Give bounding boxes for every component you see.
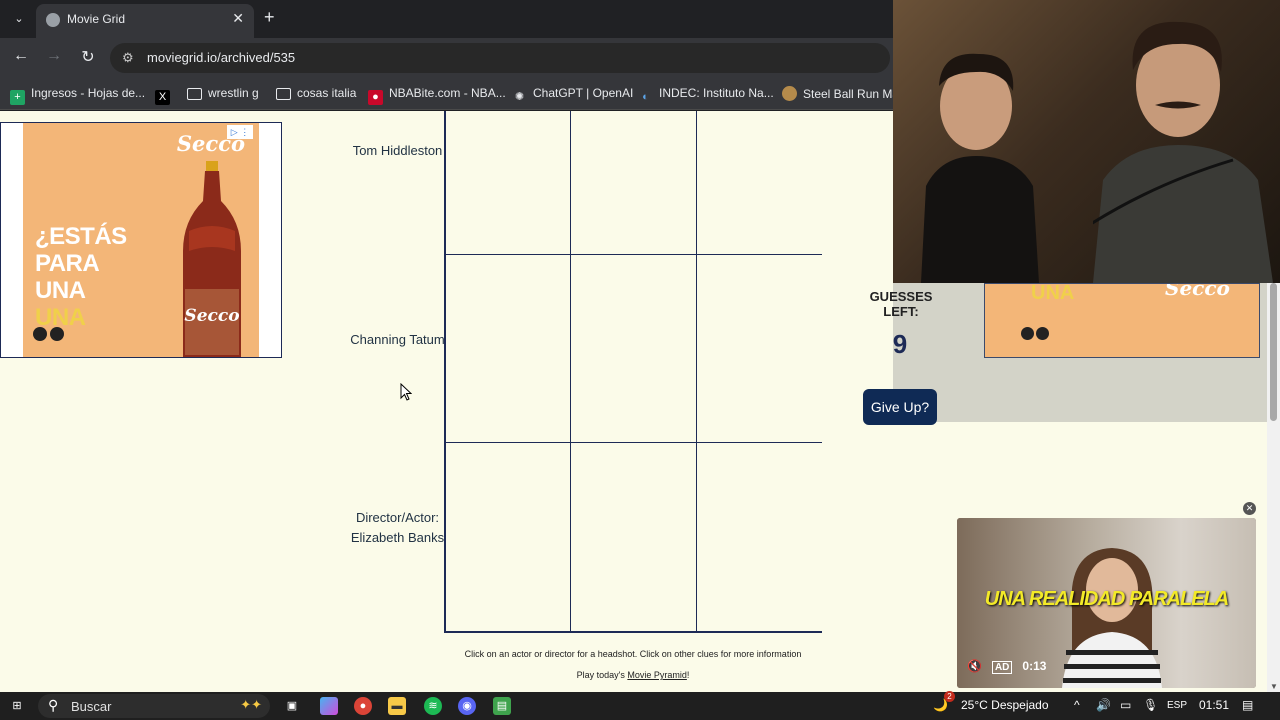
soda-bottle-image: Secco (183, 161, 241, 357)
bookmark-cosas-italia[interactable]: cosas italia (276, 86, 356, 102)
search-icon: ⚲ (48, 697, 59, 713)
openai-icon: ✺ (514, 91, 525, 103)
grid-cell-2-3[interactable] (697, 255, 822, 443)
grid-cell-2-1[interactable] (446, 255, 571, 443)
grid-cell-2-2[interactable] (571, 255, 697, 443)
warning-seals-icon (33, 327, 67, 346)
windows-start-icon[interactable]: ⊞ (8, 697, 26, 715)
bookmark-ingresos[interactable]: + Ingresos - Hojas de... (10, 86, 145, 105)
chrome-icon[interactable]: ● (354, 697, 372, 715)
bookmark-x[interactable]: X (155, 86, 176, 105)
guesses-left-count: 9 (892, 329, 908, 359)
tab-movie-grid[interactable]: Movie Grid ✕ (36, 4, 254, 38)
clock[interactable]: 01:51 (1199, 698, 1229, 712)
task-view-icon[interactable]: ▣ (283, 697, 301, 715)
ad-headline: ¿ESTÁS PARA UNA UNA (35, 223, 127, 331)
guesses-left-label: GUESSES LEFT: (869, 289, 933, 319)
row-label-3[interactable]: Director/Actor: Elizabeth Banks (350, 508, 445, 548)
video-controls: 🔇 AD 0:13 (967, 659, 1056, 674)
app-icon[interactable]: ▤ (493, 697, 511, 715)
spotify-icon[interactable]: ≋ (424, 697, 442, 715)
video-timer: 0:13 (1022, 659, 1047, 673)
site-info-icon[interactable]: ⚙ (122, 50, 134, 66)
bookmark-wrestling[interactable]: wrestlin g (187, 86, 259, 102)
grid-cell-1-2[interactable] (571, 111, 697, 255)
row-label-2[interactable]: Channing Tatum (350, 330, 445, 350)
forward-icon[interactable]: → (43, 47, 65, 65)
folder-icon (187, 88, 202, 100)
tab-search-icon[interactable]: ⌄ (8, 8, 30, 30)
grid-cell-1-1[interactable] (446, 111, 571, 255)
video-person-image (1062, 548, 1162, 688)
bookmark-indec[interactable]: ◐ INDEC: Instituto Na... (638, 86, 774, 103)
close-video-icon[interactable]: ✕ (1243, 502, 1256, 515)
scroll-down-icon[interactable]: ▼ (1270, 682, 1278, 691)
give-up-button[interactable]: Give Up? (863, 389, 937, 425)
network-icon[interactable]: ▭ (1120, 698, 1131, 712)
grid-cell-3-3[interactable] (697, 443, 822, 631)
weather-text[interactable]: 25°C Despejado (961, 698, 1049, 712)
bookmark-chatgpt[interactable]: ✺ ChatGPT | OpenAI (512, 86, 633, 103)
scrollbar-thumb[interactable] (1270, 283, 1277, 421)
row-label-1[interactable]: Tom Hiddleston (350, 141, 445, 161)
sheets-icon: + (10, 90, 25, 105)
windows-taskbar: ⊞ ⚲ Buscar ✦✦ ▣ ● ▬ ≋ ◉ ▤ 🌙 2 25°C Despe… (0, 691, 1280, 720)
volume-icon[interactable]: 🔊 (1096, 698, 1111, 712)
ad-right-headline: UNA (1031, 283, 1075, 304)
movie-grid (444, 111, 822, 633)
bookmark-nbabite[interactable]: ● NBABite.com - NBA... (368, 86, 506, 105)
discord-icon[interactable]: ◉ (458, 697, 476, 715)
video-ad-player[interactable]: UNA REALIDAD PARALELA 🔇 AD 0:13 (957, 518, 1256, 688)
copilot-sparkle-icon: ✦✦ (240, 697, 262, 712)
bookmark-steel-ball-run[interactable]: Steel Ball Run Man (782, 86, 906, 102)
close-tab-icon[interactable]: ✕ (232, 10, 244, 27)
grid-cell-1-3[interactable] (697, 111, 822, 255)
copilot-icon[interactable] (320, 697, 338, 715)
tray-chevron-icon[interactable]: ^ (1074, 698, 1080, 712)
url-text: moviegrid.io/archived/535 (147, 50, 296, 65)
x-icon: X (155, 90, 170, 105)
sbr-icon (782, 86, 797, 101)
indec-icon: ◐ (642, 91, 649, 103)
streamer-left-image (921, 53, 1039, 283)
video-caption: UNA REALIDAD PARALELA (984, 588, 1229, 610)
grid-cell-3-2[interactable] (571, 443, 697, 631)
adchoices-icon[interactable]: ▷ ⋮ (227, 125, 253, 139)
hint-text: Click on an actor or director for a head… (464, 649, 802, 659)
file-explorer-icon[interactable]: ▬ (388, 697, 406, 715)
back-icon[interactable]: ← (10, 47, 32, 65)
new-tab-button[interactable]: + (264, 7, 275, 28)
reload-icon[interactable]: ↻ (77, 47, 99, 67)
folder-icon (276, 88, 291, 100)
grid-cell-3-1[interactable] (446, 443, 571, 631)
ad-right-brand: Secco (1165, 283, 1230, 300)
notifications-icon[interactable]: ▤ (1242, 698, 1253, 712)
search-placeholder: Buscar (71, 699, 112, 714)
bottle-label: Secco (184, 306, 239, 326)
warning-seals-icon (1021, 327, 1051, 345)
mute-icon[interactable]: 🔇 (967, 659, 982, 673)
microphone-icon[interactable]: 🎙 (1143, 698, 1158, 712)
taskbar-search[interactable]: ⚲ Buscar ✦✦ (38, 694, 270, 718)
tab-title: Movie Grid (67, 12, 126, 26)
streamer-right-image (1093, 21, 1273, 283)
mouse-cursor-icon (400, 383, 412, 401)
ad-badge: AD (991, 661, 1013, 674)
language-indicator[interactable]: ESP (1167, 700, 1187, 711)
ad-banner-right[interactable]: UNA Secco (984, 283, 1260, 358)
ad-creative[interactable]: Secco ¿ESTÁS PARA UNA UNA Secco (23, 123, 259, 357)
ad-banner-left[interactable]: Secco ¿ESTÁS PARA UNA UNA Secco ▷ ⋮ (0, 122, 282, 358)
notification-badge: 2 (944, 691, 955, 702)
movie-pyramid-link[interactable]: Movie Pyramid (627, 670, 687, 680)
address-bar[interactable]: ⚙ moviegrid.io/archived/535 (110, 43, 890, 73)
pyramid-promo: Play today's Movie Pyramid! (576, 670, 690, 680)
favicon-icon (46, 13, 60, 27)
webcam-overlay (893, 0, 1280, 283)
nba-icon: ● (368, 90, 383, 105)
